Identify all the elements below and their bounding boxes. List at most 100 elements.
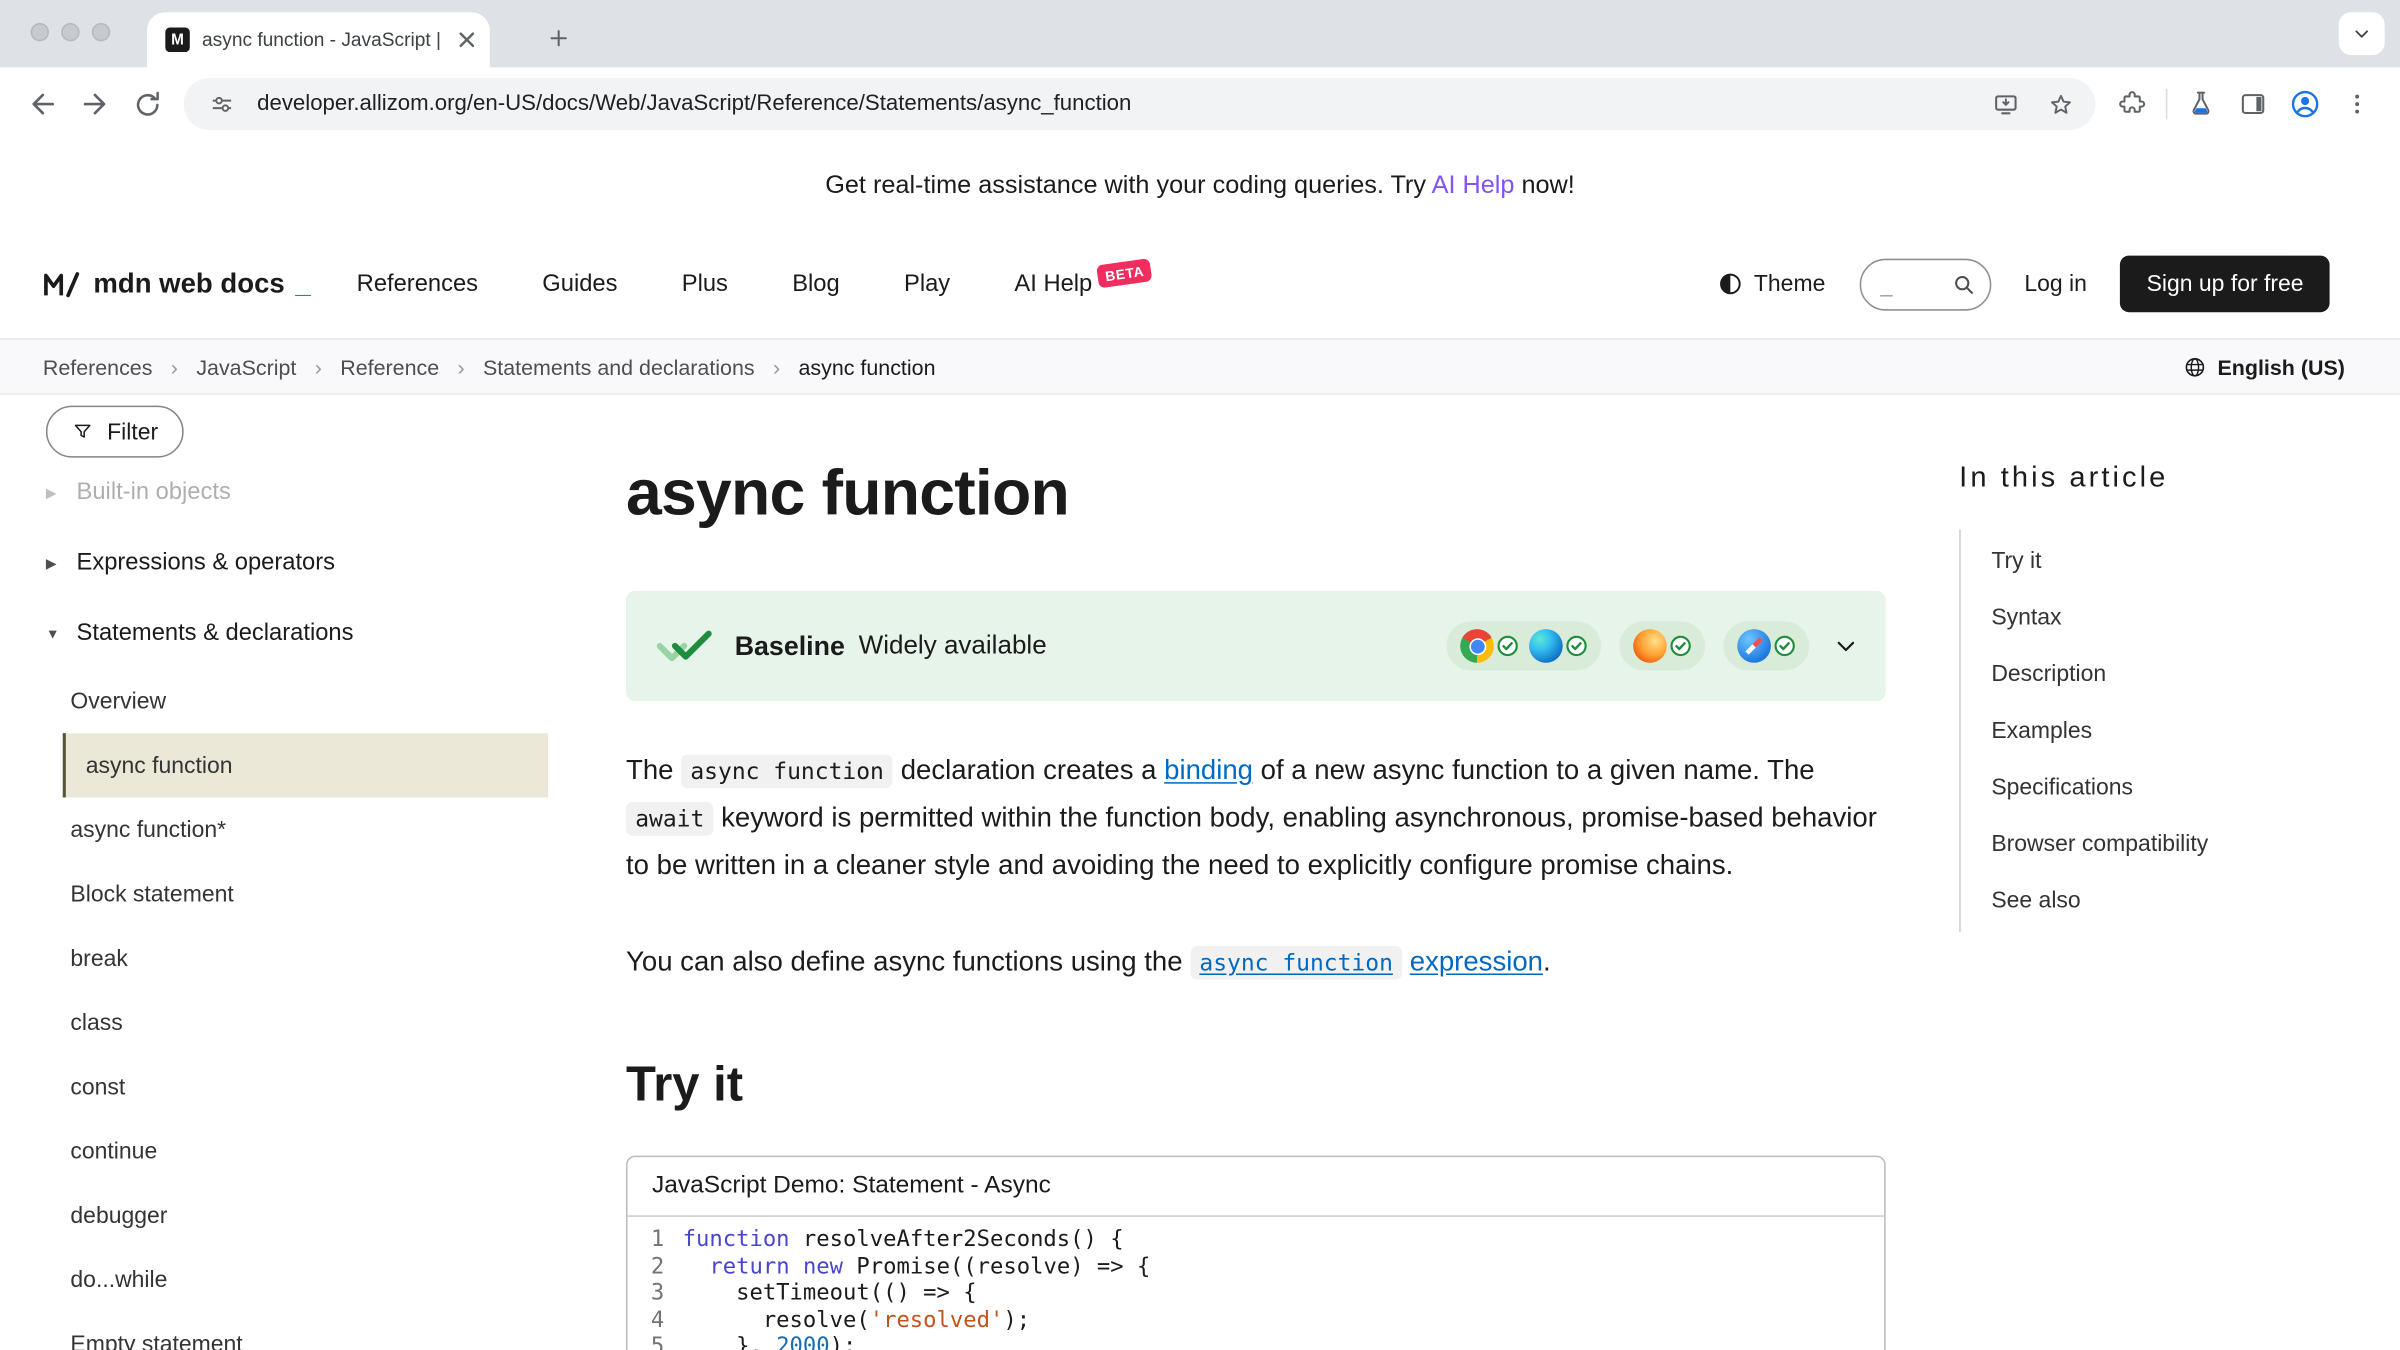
sidebar-item-async-function[interactable]: async function* — [0, 797, 605, 861]
site-settings-icon — [208, 90, 236, 118]
line-number: 1 — [628, 1228, 683, 1255]
support-check-icon — [1497, 635, 1518, 656]
code-token: new — [803, 1254, 843, 1278]
search-input[interactable]: _ — [1859, 258, 1991, 310]
breadcrumb-item-async-function[interactable]: async function — [799, 354, 936, 378]
nav-item-plus[interactable]: Plus — [682, 270, 728, 298]
toc-item-browser-compatibility[interactable]: Browser compatibility — [1961, 816, 2373, 873]
zoom-window-button[interactable] — [92, 23, 110, 41]
article-paragraph-2: You can also define async functions usin… — [626, 938, 1886, 985]
chrome-logo-icon — [1460, 629, 1494, 663]
mdn-favicon: M — [165, 28, 189, 52]
toc: In this article Try itSyntaxDescriptionE… — [1959, 395, 2372, 932]
breadcrumb-separator: › — [457, 354, 464, 378]
sidebar-item-debugger[interactable]: debugger — [0, 1183, 605, 1247]
page-content: Filter ▶Built-in objects▶Expressions & o… — [0, 395, 2400, 1350]
breadcrumb-item-statements-and-declarations[interactable]: Statements and declarations — [483, 354, 755, 378]
url-text[interactable]: developer.allizom.org/en-US/docs/Web/Jav… — [257, 92, 1970, 116]
breadcrumb-separator: › — [315, 354, 322, 378]
firefox-logo-icon — [1633, 629, 1667, 663]
bookmark-button[interactable] — [2040, 84, 2080, 124]
search-hint: _ — [1880, 272, 1892, 296]
line-number: 2 — [628, 1254, 683, 1281]
nav-item-play[interactable]: Play — [904, 270, 950, 298]
browser-support-pill — [1723, 621, 1809, 670]
back-button[interactable] — [18, 80, 67, 129]
sidebar-section-statements-declarations[interactable]: ▼Statements & declarations — [0, 598, 605, 668]
toc-item-see-also[interactable]: See also — [1961, 872, 2373, 929]
experiments-button[interactable] — [2177, 80, 2226, 129]
language-label: English (US) — [2217, 354, 2344, 378]
safari-needle — [1745, 637, 1762, 654]
address-bar[interactable]: developer.allizom.org/en-US/docs/Web/Jav… — [184, 78, 2096, 130]
sidebar-item-overview[interactable]: Overview — [0, 669, 605, 733]
install-button[interactable] — [1985, 84, 2025, 124]
toc-item-description[interactable]: Description — [1961, 646, 2373, 703]
browser-tab[interactable]: M async function - JavaScript | — [147, 12, 490, 67]
nav-item-label: Guides — [542, 270, 617, 296]
nav-item-blog[interactable]: Blog — [792, 270, 839, 298]
sidebar-item-do-while[interactable]: do...while — [0, 1247, 605, 1311]
toc-item-examples[interactable]: Examples — [1961, 703, 2373, 760]
sidebar-item-continue[interactable]: continue — [0, 1119, 605, 1183]
login-link[interactable]: Log in — [2024, 271, 2087, 297]
text-link-binding[interactable]: binding — [1164, 755, 1253, 786]
safari-logo-icon — [1737, 629, 1771, 663]
code-token: ); — [1003, 1308, 1030, 1332]
nav-item-references[interactable]: References — [357, 270, 478, 298]
side-panel-button[interactable] — [2229, 80, 2278, 129]
code-token: ); — [830, 1335, 857, 1350]
breadcrumb-item-references[interactable]: References — [43, 354, 153, 378]
sidebar-filter-button[interactable]: Filter — [46, 406, 184, 458]
language-switcher[interactable]: English (US) — [2182, 354, 2345, 378]
signup-button[interactable]: Sign up for free — [2121, 256, 2330, 313]
support-check-icon — [1774, 635, 1795, 656]
nav-item-ai-help[interactable]: AI HelpBETA — [1014, 270, 1151, 298]
sidebar-item-break[interactable]: break — [0, 926, 605, 990]
demo-code-editor[interactable]: 1function resolveAfter2Seconds() {2 retu… — [628, 1217, 1885, 1350]
search-icon[interactable] — [1951, 272, 1975, 296]
sidebar-section-built-in-objects[interactable]: ▶Built-in objects — [0, 458, 605, 528]
text-link-expression[interactable]: expression — [1410, 946, 1543, 977]
sidebar-item-async-function[interactable]: async function — [63, 733, 548, 797]
browser-menu-button[interactable] — [2333, 80, 2382, 129]
close-icon — [458, 31, 476, 49]
minimize-window-button[interactable] — [61, 23, 79, 41]
browser-edge — [1529, 629, 1587, 663]
toc-item-specifications[interactable]: Specifications — [1961, 759, 2373, 816]
theme-toggle-button[interactable]: Theme — [1717, 271, 1825, 297]
code-link-async-function[interactable]: async function — [1190, 946, 1402, 977]
sidebar-item-const[interactable]: const — [0, 1055, 605, 1119]
profile-button[interactable] — [2281, 80, 2330, 129]
flask-icon — [2186, 89, 2217, 120]
page-title: async function — [626, 453, 1886, 533]
baseline-banner: Baseline Widely available — [626, 591, 1886, 701]
tab-close-icon[interactable] — [453, 26, 481, 54]
reload-icon — [131, 88, 163, 120]
sidebar-item-empty-statement[interactable]: Empty statement — [0, 1312, 605, 1350]
reload-button[interactable] — [122, 80, 171, 129]
code-token: function — [683, 1228, 790, 1252]
sidebar-item-block-statement[interactable]: Block statement — [0, 862, 605, 926]
breadcrumb-item-reference[interactable]: Reference — [340, 354, 439, 378]
ai-help-link[interactable]: AI Help — [1432, 171, 1515, 199]
code-token — [790, 1254, 803, 1278]
beta-badge: BETA — [1096, 258, 1153, 288]
breadcrumb-item-javascript[interactable]: JavaScript — [196, 354, 296, 378]
close-window-button[interactable] — [31, 23, 49, 41]
toc-item-syntax[interactable]: Syntax — [1961, 589, 2373, 646]
browser-support-pill — [1446, 621, 1601, 670]
forward-button[interactable] — [70, 80, 119, 129]
extensions-button[interactable] — [2108, 80, 2157, 129]
nav-item-guides[interactable]: Guides — [542, 270, 617, 298]
new-tab-button[interactable] — [536, 15, 582, 61]
tab-search-button[interactable] — [2339, 12, 2385, 55]
baseline-expand-chevron-icon[interactable] — [1834, 634, 1858, 658]
mdn-logo[interactable]: mdn web docs_ — [43, 268, 311, 300]
toc-item-try-it[interactable]: Try it — [1961, 533, 2373, 590]
promo-banner: Get real-time assistance with your codin… — [0, 141, 2400, 230]
site-info-button[interactable] — [202, 84, 242, 124]
sidebar-item-class[interactable]: class — [0, 990, 605, 1054]
sidebar-section-expressions-operators[interactable]: ▶Expressions & operators — [0, 528, 605, 598]
nav-item-label: References — [357, 270, 478, 296]
